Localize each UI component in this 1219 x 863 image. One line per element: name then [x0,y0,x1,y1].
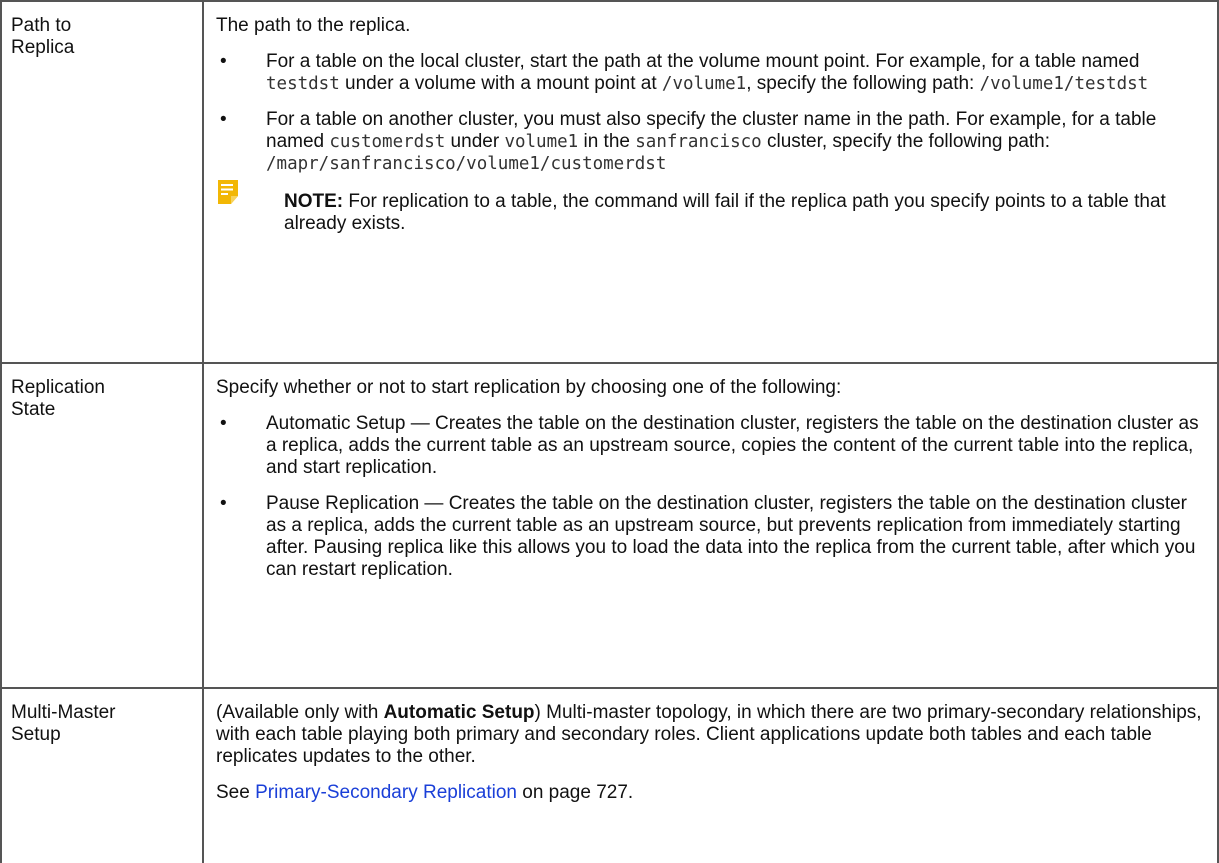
intro-text: The path to the replica. [216,15,411,36]
table-row: Path to Replica The path to the replica.… [0,0,1219,364]
bullet-list: • Automatic Setup — Creates the table on… [216,413,1203,581]
term-label: Multi-Master [11,702,116,723]
options-table: Path to Replica The path to the replica.… [0,0,1219,863]
term-label: State [11,399,56,420]
description-cell: (Available only with Automatic Setup) Mu… [202,687,1219,863]
body-text: on page 727. [516,782,634,803]
list-item: • For a table on the local cluster, star… [216,51,1203,95]
body-text: For a table on the local cluster, start … [266,51,1140,72]
body-text: Pause Replication — Creates the table on… [266,493,1196,580]
term-label: Path to [11,15,72,36]
code-text: /volume1 [661,74,747,94]
body-text: Automatic Setup — Creates the table on t… [266,413,1199,478]
body-text: in the [578,131,636,152]
code-text: customerdst [329,132,446,152]
bullet-icon: • [220,51,227,72]
description-cell: Specify whether or not to start replicat… [202,362,1219,689]
intro-text: Specify whether or not to start replicat… [216,377,842,398]
bullet-list: • For a table on the local cluster, star… [216,51,1203,175]
list-item: • For a table on another cluster, you mu… [216,109,1203,175]
term-cell: Replication State [0,362,204,689]
bullet-icon: • [220,413,227,434]
body-paragraph: (Available only with Automatic Setup) Mu… [216,702,1203,768]
term-label: Replication [11,377,105,398]
table-row: Replication State Specify whether or not… [0,362,1219,689]
term-cell: Multi-Master Setup [0,687,204,863]
note-text: For replication to a table, the command … [284,191,1166,234]
see-also-paragraph: See Primary-Secondary Replication on pag… [216,782,1203,804]
code-text: testdst [266,74,340,94]
code-text: /mapr/sanfrancisco/volume1/customerdst [266,154,667,174]
body-text: , specify the following path: [746,73,980,94]
code-text: /volume1/testdst [979,74,1149,94]
code-text: sanfrancisco [635,132,762,152]
primary-secondary-replication-link[interactable]: Primary-Secondary Replication [255,782,517,803]
body-text: under [445,131,505,152]
list-item: • Pause Replication — Creates the table … [216,493,1203,581]
description-cell: The path to the replica. • For a table o… [202,0,1219,364]
body-text: (Available only with [216,702,384,723]
note-icon [218,180,238,204]
table-row: Multi-Master Setup (Available only with … [0,687,1219,863]
code-text: volume1 [504,132,579,152]
bullet-icon: • [220,109,227,130]
term-cell: Path to Replica [0,0,204,364]
note-block: NOTE: For replication to a table, the co… [216,180,1203,235]
body-text: See [216,782,256,803]
list-item: • Automatic Setup — Creates the table on… [216,413,1203,479]
bullet-icon: • [220,493,227,514]
term-label: Setup [11,724,61,745]
term-label: Replica [11,37,75,58]
body-text: under a volume with a mount point at [339,73,662,94]
bold-text: Automatic Setup [383,702,535,723]
note-label: NOTE: [284,191,344,212]
body-text: cluster, specify the following path: [761,131,1051,152]
